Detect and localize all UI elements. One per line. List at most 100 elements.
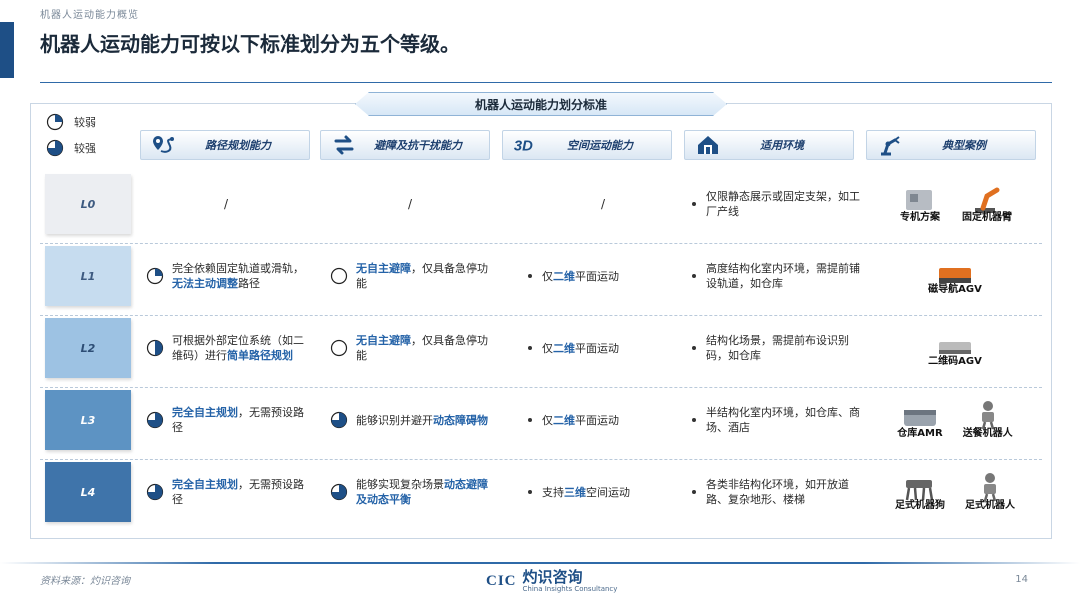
bullet-dot bbox=[528, 418, 532, 422]
table-row: L4 完全自主规划，无需预设路径 能够实现复杂场景动态避障及动态平衡 支持三维空间运动… bbox=[40, 460, 1042, 532]
source-note: 资料来源：灼识咨询 bbox=[40, 576, 130, 587]
bullet-dot bbox=[692, 346, 696, 350]
case-item: 二维码AGV bbox=[928, 328, 982, 369]
table-row: L0 / / / 仅限静态展示或固定支架，如工厂产线 专机方案 固定机器臂 bbox=[40, 172, 1042, 244]
cell-spatial-motion: 仅二维平面运动 bbox=[528, 244, 678, 308]
case-name: 专机方案 bbox=[900, 211, 940, 223]
cell-text: 可根据外部定位系统（如二维码）进行简单路径规划 bbox=[172, 333, 306, 363]
cell-text: 仅二维平面运动 bbox=[542, 341, 678, 356]
col-header-typical-cases: 典型案例 bbox=[866, 130, 1036, 160]
cell-text-highlight: 完全自主规划 bbox=[172, 478, 238, 491]
cell-text-plain: 路径 bbox=[238, 277, 260, 290]
three-quarter-pie-icon bbox=[330, 411, 348, 429]
cell-text: 完全依赖固定轨道或滑轨， 无法主动调整路径 bbox=[172, 261, 306, 291]
cell-path-planning: 完全依赖固定轨道或滑轨， 无法主动调整路径 bbox=[146, 244, 306, 308]
cell-typical-cases: 仓库AMR 送餐机器人 bbox=[870, 388, 1040, 452]
case-item: 足式机器人 bbox=[965, 472, 1015, 513]
cell-text-plain: 空间运动 bbox=[586, 485, 630, 499]
cell-text: 能够识别并避开动态障碍物 bbox=[356, 413, 490, 428]
page-number: 14 bbox=[1015, 574, 1028, 585]
environment-text: 各类非结构化环境，如开放道路、复杂地形、楼梯 bbox=[706, 478, 849, 506]
case-item: 固定机器臂 bbox=[962, 184, 1012, 225]
cell-text-highlight: 简单路径规划 bbox=[227, 349, 293, 362]
cell-text-highlight: 二维 bbox=[553, 413, 575, 427]
col-header-environment: 适用环境 bbox=[684, 130, 854, 160]
route-pin-icon bbox=[151, 134, 177, 156]
cell-text-plain: 能够实现复杂场景 bbox=[356, 478, 444, 491]
empty-pie-icon bbox=[330, 267, 348, 285]
case-item: 磁导航AGV bbox=[928, 256, 982, 297]
logo-english-name: China Insights Consultancy bbox=[522, 585, 618, 593]
house-icon bbox=[695, 134, 721, 156]
col-header-label: 空间运动能力 bbox=[567, 139, 633, 152]
col-header-obstacle-avoidance: 避障及抗干扰能力 bbox=[320, 130, 490, 160]
cell-text: 无自主避障，仅具备急停功能 bbox=[356, 333, 490, 363]
svg-text:3D: 3D bbox=[514, 139, 533, 155]
level-badge: L1 bbox=[45, 246, 131, 306]
cell-text-highlight: 动态障碍物 bbox=[433, 413, 488, 427]
bullet-dot bbox=[692, 418, 696, 422]
cell-obstacle-avoidance: 无自主避障，仅具备急停功能 bbox=[330, 316, 490, 380]
cell-text: 仅二维平面运动 bbox=[542, 413, 678, 428]
cell-environment: 各类非结构化环境，如开放道路、复杂地形、楼梯 bbox=[692, 460, 860, 524]
cell-path-planning: / bbox=[146, 172, 306, 236]
cell-text-plain: 平面运动 bbox=[575, 341, 619, 355]
legend-strong: 较强 bbox=[46, 139, 96, 157]
col-header-label: 路径规划能力 bbox=[205, 139, 271, 152]
cell-obstacle-avoidance: 能够实现复杂场景动态避障及动态平衡 bbox=[330, 460, 490, 524]
cell-text: 仅二维平面运动 bbox=[542, 269, 678, 284]
bullet-dot bbox=[528, 346, 532, 350]
col-header-path-planning: 路径规划能力 bbox=[140, 130, 310, 160]
cell-text: 无自主避障，仅具备急停功能 bbox=[356, 261, 490, 291]
cell-path-planning: 完全自主规划，无需预设路径 bbox=[146, 388, 306, 452]
cell-path-planning: 完全自主规划，无需预设路径 bbox=[146, 460, 306, 524]
case-name: 二维码AGV bbox=[928, 355, 982, 367]
cell-typical-cases: 磁导航AGV bbox=[870, 244, 1040, 308]
page-title: 机器人运动能力可按以下标准划分为五个等级。 bbox=[40, 32, 460, 56]
cell-text: 能够实现复杂场景动态避障及动态平衡 bbox=[356, 477, 490, 507]
footer-divider bbox=[0, 562, 1080, 564]
level-badge: L3 bbox=[45, 390, 131, 450]
cell-text-plain: 支持 bbox=[542, 485, 564, 499]
col-header-label: 典型案例 bbox=[942, 139, 986, 152]
bullet-dot bbox=[528, 490, 532, 494]
cell-environment: 仅限静态展示或固定支架，如工厂产线 bbox=[692, 172, 860, 236]
cell-text-plain: 平面运动 bbox=[575, 413, 619, 427]
quarter-pie-icon bbox=[46, 113, 64, 131]
three-quarter-pie-icon bbox=[330, 483, 348, 501]
cell-environment: 结构化场景，需提前布设识别码，如仓库 bbox=[692, 316, 860, 380]
panel-title: 机器人运动能力划分标准 bbox=[355, 92, 727, 116]
cell-typical-cases: 二维码AGV bbox=[870, 316, 1040, 380]
bullet-dot bbox=[692, 202, 696, 206]
case-name: 磁导航AGV bbox=[928, 283, 982, 295]
cell-spatial-motion: 仅二维平面运动 bbox=[528, 388, 678, 452]
quarter-pie-icon bbox=[146, 267, 164, 285]
table-row: L1 完全依赖固定轨道或滑轨， 无法主动调整路径 无自主避障，仅具备急停功能 仅二维平面… bbox=[40, 244, 1042, 316]
cell-text-highlight: 无自主避障 bbox=[356, 262, 411, 275]
section-label: 机器人运动能力概览 bbox=[40, 10, 139, 21]
col-header-spatial-motion: 3D 空间运动能力 bbox=[502, 130, 672, 160]
cell-text-plain: 仅 bbox=[542, 341, 553, 355]
cell-spatial-motion: 仅二维平面运动 bbox=[528, 316, 678, 380]
3d-icon: 3D bbox=[513, 134, 539, 156]
case-name: 送餐机器人 bbox=[962, 427, 1013, 439]
cell-obstacle-avoidance: / bbox=[330, 172, 490, 236]
col-header-label: 避障及抗干扰能力 bbox=[374, 139, 462, 152]
cell-spatial-motion: 支持三维空间运动 bbox=[528, 460, 678, 524]
cell-obstacle-avoidance: 无自主避障，仅具备急停功能 bbox=[330, 244, 490, 308]
table-row: L3 完全自主规划，无需预设路径 能够识别并避开动态障碍物 仅二维平面运动 半结构化室内… bbox=[40, 388, 1042, 460]
table-row: L2 可根据外部定位系统（如二维码）进行简单路径规划 无自主避障，仅具备急停功能 仅二… bbox=[40, 316, 1042, 388]
case-name: 固定机器臂 bbox=[962, 211, 1012, 223]
case-name: 仓库AMR bbox=[897, 427, 943, 439]
case-name: 足式机器狗 bbox=[895, 499, 945, 511]
environment-text: 高度结构化室内环境，需提前铺设轨道，如仓库 bbox=[706, 262, 860, 290]
cell-text-plain: 仅 bbox=[542, 269, 553, 283]
level-badge: L4 bbox=[45, 462, 131, 522]
empty-value: / bbox=[600, 196, 606, 211]
bullet-dot bbox=[528, 274, 532, 278]
bullet-dot bbox=[692, 490, 696, 494]
empty-value: / bbox=[223, 196, 229, 211]
case-item: 专机方案 bbox=[898, 184, 942, 225]
logo-text: 灼识咨询 China Insights Consultancy bbox=[522, 570, 618, 594]
case-item: 送餐机器人 bbox=[963, 400, 1013, 441]
